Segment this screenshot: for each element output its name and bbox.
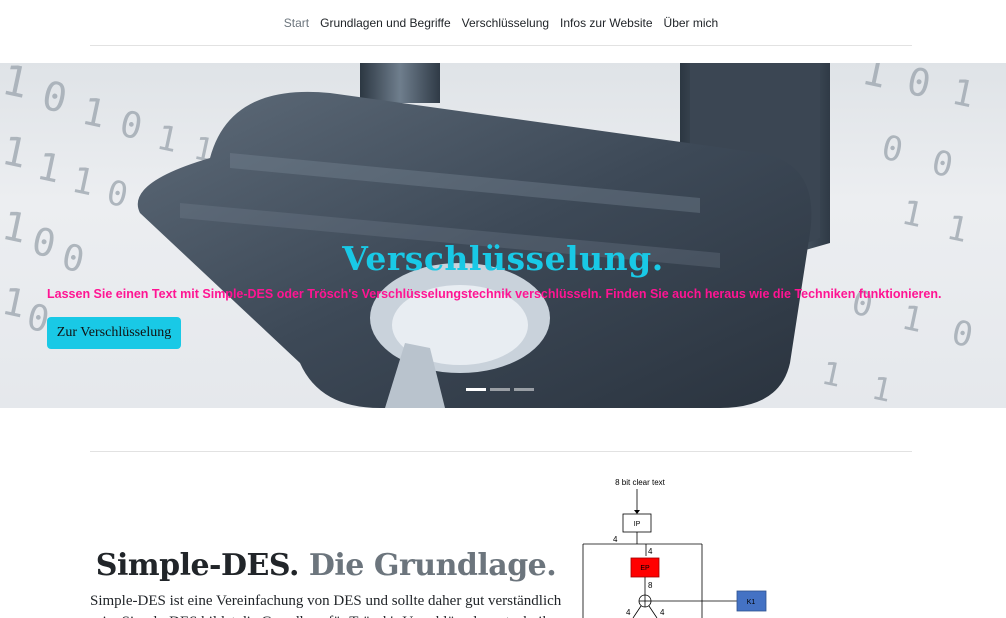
background-digit: 0 bbox=[116, 104, 146, 149]
section-heading: Simple-DES. Die Grundlage. bbox=[90, 548, 562, 583]
ep-label: EP bbox=[640, 565, 650, 572]
background-digit: 0 bbox=[903, 63, 935, 107]
background-digit: 0 bbox=[878, 128, 906, 171]
nav-item-3[interactable]: Infos zur Website bbox=[560, 16, 652, 30]
hero-carousel: 1010110111010010101001101011 Verschlüsse… bbox=[0, 63, 1006, 408]
nav-item-1[interactable]: Grundlagen und Begriffe bbox=[320, 16, 451, 30]
hero-title: Verschlüsselung. bbox=[342, 239, 664, 278]
background-digit: 0 bbox=[928, 143, 956, 186]
nav-bar: Start Grundlagen und Begriffe Verschlüssel… bbox=[90, 0, 912, 46]
background-digit: 1 bbox=[68, 160, 98, 205]
ip-label: IP bbox=[634, 521, 641, 528]
label-8: 8 bbox=[648, 581, 653, 590]
diagram-input-label: 8 bit clear text bbox=[615, 478, 666, 487]
background-digit: 1 bbox=[898, 298, 926, 341]
background-digit: 1 bbox=[0, 128, 31, 178]
background-digit: 1 bbox=[78, 89, 110, 137]
heading-main: Simple-DES. bbox=[95, 548, 300, 583]
background-digit: 1 bbox=[153, 118, 181, 161]
carousel-indicators bbox=[466, 388, 534, 391]
to-encryption-button[interactable]: Zur Verschlüsselung bbox=[47, 317, 181, 349]
label-4-bottom-right: 4 bbox=[660, 608, 665, 617]
section-lead-text: Simple-DES ist eine Vereinfachung von DE… bbox=[90, 593, 562, 618]
carousel-indicator-2[interactable] bbox=[514, 388, 534, 391]
background-digit: 1 bbox=[868, 369, 895, 408]
label-4-bottom-left: 4 bbox=[626, 608, 631, 617]
background-digit: 0 bbox=[948, 313, 976, 356]
background-digit: 0 bbox=[38, 73, 71, 123]
background-digit: 1 bbox=[33, 144, 65, 192]
carousel-indicator-1[interactable] bbox=[490, 388, 510, 391]
background-digit: 1 bbox=[898, 193, 926, 236]
carousel-indicator-0[interactable] bbox=[466, 388, 486, 391]
background-digit: 1 bbox=[818, 354, 845, 395]
background-digit: 1 bbox=[0, 63, 33, 108]
background-digit: 0 bbox=[103, 173, 131, 216]
heading-muted: Die Grundlage. bbox=[308, 548, 557, 583]
nav-item-0[interactable]: Start bbox=[284, 16, 309, 30]
hero-subtitle: Lassen Sie einen Text mit Simple-DES ode… bbox=[47, 287, 942, 301]
background-digit: 1 bbox=[858, 63, 891, 98]
k1-label: K1 bbox=[747, 599, 756, 606]
label-4-right: 4 bbox=[648, 547, 653, 556]
nav-item-4[interactable]: Über mich bbox=[664, 16, 719, 30]
padlock-background-image: 1010110111010010101001101011 bbox=[0, 63, 978, 408]
label-4-left: 4 bbox=[613, 535, 618, 544]
top-navigation: Start Grundlagen und Begriffe Verschlüssel… bbox=[0, 0, 1006, 46]
section-divider bbox=[90, 451, 912, 452]
background-digit: 1 bbox=[0, 279, 30, 327]
simple-des-diagram: 8 bit clear text IP 4 4 EP 8 K1 4 4 bbox=[582, 478, 767, 618]
nav-item-2[interactable]: Verschlüsselung bbox=[462, 16, 549, 30]
background-digit: 1 bbox=[948, 72, 978, 117]
